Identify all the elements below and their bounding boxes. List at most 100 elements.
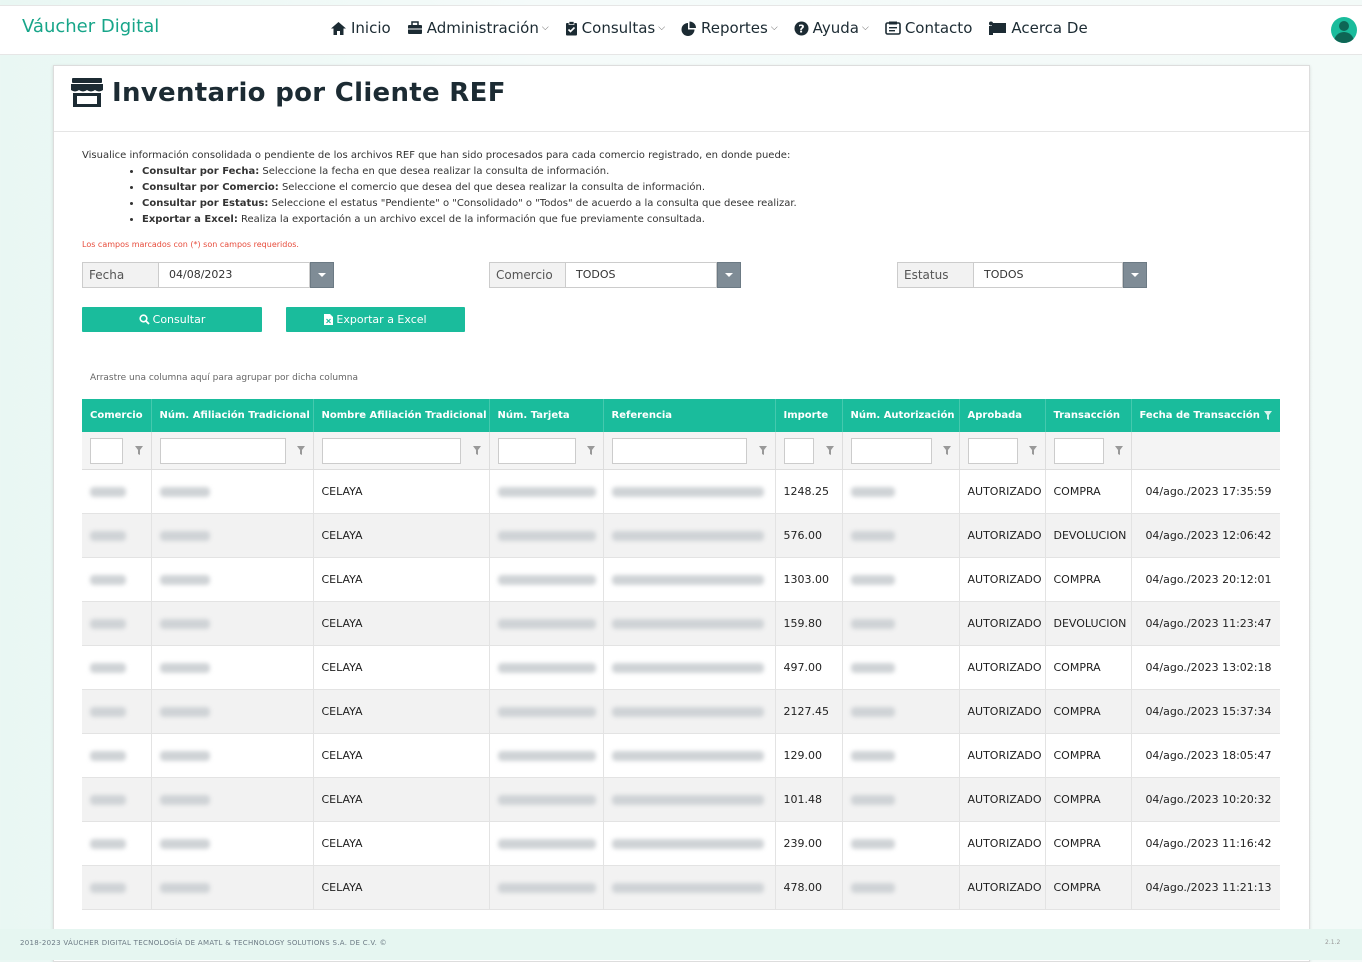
estatus-dropdown-button[interactable]	[1123, 262, 1147, 288]
required-note: Los campos marcados con (*) son campos r…	[82, 240, 299, 249]
brand-logo[interactable]: Váucher Digital	[22, 16, 159, 37]
intro-bullet: Consultar por Estatus: Seleccione el est…	[142, 196, 797, 212]
redacted-cell	[489, 513, 604, 558]
column-header[interactable]: Núm. Autorización	[842, 399, 960, 432]
redacted-value	[611, 707, 764, 717]
table-cell: CELAYA	[313, 821, 490, 866]
filter-icon[interactable]	[825, 446, 834, 455]
redacted-value	[611, 883, 764, 893]
column-header[interactable]: Transacción	[1045, 399, 1132, 432]
fecha-dropdown-button[interactable]	[310, 262, 334, 288]
estatus-select[interactable]: TODOS	[974, 262, 1123, 288]
redacted-cell	[82, 557, 152, 602]
table-row[interactable]: CELAYA 239.00 AUTORIZADO COMPRA 04/ago./2023…	[82, 821, 1280, 866]
redacted-value	[90, 619, 126, 629]
filter-icon[interactable]	[586, 446, 595, 455]
filter-icon[interactable]	[296, 446, 305, 455]
filter-input[interactable]	[850, 437, 932, 464]
table-row[interactable]: CELAYA 1248.25 AUTORIZADO COMPRA 04/ago./202…	[82, 469, 1280, 514]
nav-inicio[interactable]: Inicio	[330, 19, 391, 37]
filter-input[interactable]	[967, 437, 1018, 464]
column-header[interactable]: Referencia	[603, 399, 776, 432]
table-row[interactable]: CELAYA 478.00 AUTORIZADO COMPRA 04/ago./2023…	[82, 865, 1280, 910]
redacted-value	[850, 531, 895, 541]
nav-ayuda[interactable]: ? Ayuda ⌵	[794, 19, 869, 37]
nav-administracion[interactable]: Administración ⌵	[407, 19, 549, 37]
nav-reportes[interactable]: Reportes ⌵	[681, 19, 778, 37]
redacted-cell	[82, 689, 152, 734]
redacted-value	[497, 531, 596, 541]
table-row[interactable]: CELAYA 159.80 AUTORIZADO DEVOLUCION 04/ago./…	[82, 601, 1280, 646]
avatar-head	[1339, 21, 1349, 31]
filter-input[interactable]	[321, 437, 461, 464]
table-cell: 04/ago./2023 20:12:01	[1131, 557, 1280, 602]
filter-cell	[1131, 432, 1280, 470]
nav-contacto[interactable]: Contacto	[885, 19, 972, 37]
filter-input[interactable]	[1053, 437, 1104, 464]
table-row[interactable]: CELAYA 101.48 AUTORIZADO COMPRA 04/ago./2023…	[82, 777, 1280, 822]
filter-input[interactable]	[497, 437, 576, 464]
column-header[interactable]: Nombre Afiliación Tradicional	[313, 399, 490, 432]
redacted-cell	[842, 513, 960, 558]
redacted-value	[850, 575, 895, 585]
filter-icon[interactable]	[472, 446, 481, 455]
table-row[interactable]: CELAYA 497.00 AUTORIZADO COMPRA 04/ago./2023…	[82, 645, 1280, 690]
redacted-value	[497, 839, 596, 849]
column-header[interactable]: Comercio	[82, 399, 152, 432]
fecha-filter: Fecha 04/08/2023	[82, 262, 334, 288]
redacted-value	[850, 795, 895, 805]
table-row[interactable]: CELAYA 129.00 AUTORIZADO COMPRA 04/ago./2023…	[82, 733, 1280, 778]
filter-icon[interactable]	[1263, 410, 1272, 420]
filter-input[interactable]	[611, 437, 747, 464]
redacted-value	[90, 751, 126, 761]
intro-bullet: Consultar por Comercio: Seleccione el co…	[142, 180, 797, 196]
table-cell: COMPRA	[1045, 557, 1132, 602]
top-navbar: Váucher Digital Inicio Administración ⌵ C…	[0, 5, 1362, 55]
filter-input[interactable]	[90, 437, 123, 464]
redacted-cell	[603, 821, 776, 866]
consultar-button[interactable]: Consultar	[82, 307, 262, 332]
redacted-cell	[603, 513, 776, 558]
group-panel-hint[interactable]: Arrastre una columna aquí para agrupar p…	[90, 373, 358, 383]
presentation-icon	[989, 21, 1007, 35]
filter-input[interactable]	[159, 437, 286, 464]
table-row[interactable]: CELAYA 2127.45 AUTORIZADO COMPRA 04/ago./202…	[82, 689, 1280, 734]
table-row[interactable]: CELAYA 576.00 AUTORIZADO DEVOLUCION 04/ago./…	[82, 513, 1280, 558]
column-header[interactable]: Núm. Afiliación Tradicional	[151, 399, 314, 432]
user-avatar[interactable]	[1331, 17, 1357, 43]
filter-icon[interactable]	[134, 446, 143, 455]
column-header[interactable]: Importe	[775, 399, 843, 432]
redacted-cell	[489, 733, 604, 778]
redacted-value	[497, 663, 596, 673]
filter-icon[interactable]	[1114, 446, 1123, 455]
redacted-cell	[82, 513, 152, 558]
filter-icon[interactable]	[758, 446, 767, 455]
redacted-value	[159, 487, 210, 497]
redacted-cell	[151, 865, 314, 910]
column-header[interactable]: Aprobada	[959, 399, 1046, 432]
redacted-value	[90, 531, 126, 541]
exportar-excel-button[interactable]: Exportar a Excel	[286, 307, 465, 332]
redacted-cell	[489, 469, 604, 514]
table-row[interactable]: CELAYA 1303.00 AUTORIZADO COMPRA 04/ago./202…	[82, 557, 1280, 602]
column-header[interactable]: Núm. Tarjeta	[489, 399, 604, 432]
file-excel-icon	[324, 314, 334, 325]
table-cell: 497.00	[775, 645, 843, 690]
redacted-value	[497, 883, 596, 893]
footer: 2018-2023 VÁUCHER DIGITAL TECNOLOGÍA DE …	[0, 929, 1362, 960]
comercio-dropdown-button[interactable]	[717, 262, 741, 288]
filter-icon[interactable]	[1028, 446, 1037, 455]
nav-consultas[interactable]: Consultas ⌵	[565, 19, 665, 37]
intro-text: Visualice información consolidada o pend…	[82, 148, 797, 228]
filter-icon[interactable]	[942, 446, 951, 455]
redacted-value	[90, 839, 126, 849]
redacted-value	[850, 619, 895, 629]
fecha-input[interactable]: 04/08/2023	[159, 262, 310, 288]
comercio-select[interactable]: TODOS	[566, 262, 717, 288]
column-header-fecha[interactable]: Fecha de Transacción	[1131, 399, 1280, 432]
redacted-cell	[842, 777, 960, 822]
nav-acerca-de[interactable]: Acerca De	[988, 19, 1088, 37]
filter-input[interactable]	[783, 437, 814, 464]
redacted-cell	[151, 689, 314, 734]
table-cell: CELAYA	[313, 777, 490, 822]
